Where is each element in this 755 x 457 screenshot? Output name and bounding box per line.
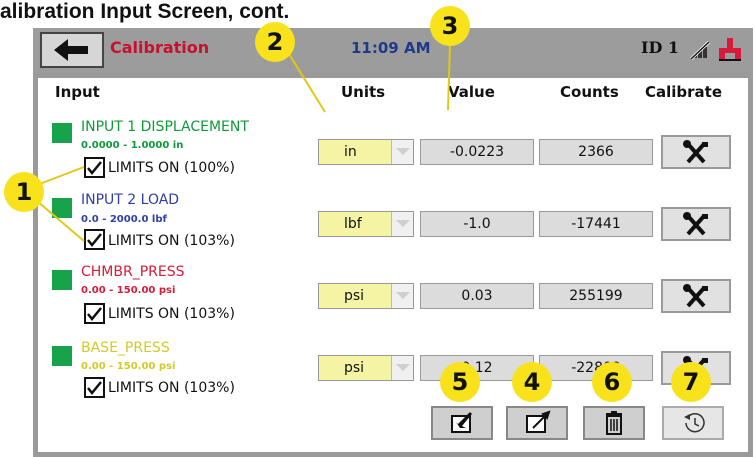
trash-icon — [606, 411, 622, 435]
units-dropdown[interactable]: in — [318, 139, 414, 165]
limits-label: LIMITS ON (103%) — [108, 233, 235, 249]
input-range: 0.00 - 150.00 psi — [81, 361, 176, 372]
limits-label: LIMITS ON (103%) — [108, 306, 235, 322]
value-field: -1.0 — [420, 211, 534, 237]
input-status-indicator — [52, 198, 72, 218]
units-dropdown[interactable]: lbf — [318, 211, 414, 237]
input-range: 0.00 - 150.00 psi — [81, 285, 176, 296]
callout-marker: 5 — [440, 362, 480, 402]
callout-marker: 1 — [4, 172, 44, 212]
limits-checkbox[interactable] — [84, 377, 105, 398]
import-button[interactable] — [431, 406, 493, 440]
restore-defaults-button[interactable] — [662, 406, 724, 440]
units-value: psi — [344, 360, 365, 376]
input-status-indicator — [52, 270, 72, 290]
header-calibrate: Calibrate — [645, 83, 723, 101]
import-icon — [451, 412, 472, 433]
input-name: INPUT 1 DISPLACEMENT — [81, 119, 249, 135]
units-dropdown[interactable]: psi — [318, 283, 414, 309]
limits-checkbox[interactable] — [84, 157, 105, 178]
header-input: Input — [55, 83, 100, 101]
callout-marker: 6 — [592, 362, 632, 402]
network-icon — [719, 38, 741, 61]
value-field: -0.0223 — [420, 139, 534, 165]
limits-label: LIMITS ON (100%) — [108, 160, 235, 176]
back-button[interactable] — [40, 32, 104, 68]
input-status-indicator — [52, 123, 72, 143]
counts-field: 2366 — [539, 139, 653, 165]
chevron-down-icon — [391, 356, 413, 380]
history-icon — [684, 412, 705, 433]
input-name: BASE_PRESS — [81, 340, 170, 356]
callout-marker: 4 — [512, 362, 552, 402]
limits-checkbox[interactable] — [84, 229, 105, 250]
checkmark-icon — [87, 307, 102, 321]
input-range: 0.0 - 2000.0 lbf — [81, 214, 167, 225]
units-dropdown[interactable]: psi — [318, 355, 414, 381]
limits-label: LIMITS ON (103%) — [108, 380, 235, 396]
calibrate-button[interactable] — [661, 207, 731, 241]
header-units: Units — [341, 83, 386, 101]
wrench-screwdriver-icon — [683, 140, 708, 164]
title-bar: Calibration 11:09 AM ID 1 — [33, 28, 753, 72]
checkmark-icon — [87, 233, 102, 247]
clock: 11:09 AM — [351, 39, 431, 57]
arrow-left-icon — [54, 39, 88, 61]
device-id-label: ID 1 — [641, 38, 680, 57]
counts-field: 255199 — [539, 283, 653, 309]
document-heading: alibration Input Screen, cont. — [0, 0, 290, 23]
export-button[interactable] — [506, 406, 568, 440]
units-value: psi — [344, 288, 365, 304]
wrench-screwdriver-icon — [683, 212, 708, 236]
input-name: INPUT 2 LOAD — [81, 192, 180, 208]
units-value: lbf — [344, 216, 362, 232]
calibration-screen: Calibration 11:09 AM ID 1 Input Units Va… — [33, 28, 753, 457]
counts-field: -17441 — [539, 211, 653, 237]
calibrate-button[interactable] — [661, 279, 731, 313]
delete-button[interactable] — [583, 406, 645, 440]
input-range: 0.0000 - 1.0000 in — [81, 140, 184, 151]
checkmark-icon — [87, 381, 102, 395]
calibrate-button[interactable] — [661, 135, 731, 169]
calibration-panel: Input Units Value Counts Calibrate INPUT… — [38, 78, 748, 452]
callout-marker: 2 — [255, 22, 295, 62]
input-name: CHMBR_PRESS — [81, 264, 185, 280]
callout-marker: 3 — [430, 6, 470, 46]
chevron-down-icon — [391, 284, 413, 308]
input-status-indicator — [52, 346, 72, 366]
value-field: 0.03 — [420, 283, 534, 309]
header-value: Value — [448, 83, 495, 101]
no-connection-icon — [689, 40, 711, 61]
chevron-down-icon — [391, 212, 413, 236]
wrench-screwdriver-icon — [683, 284, 708, 308]
header-counts: Counts — [560, 83, 619, 101]
checkmark-icon — [87, 161, 102, 175]
callout-marker: 7 — [671, 362, 711, 402]
units-value: in — [344, 144, 357, 160]
export-icon — [526, 410, 551, 433]
screen-title: Calibration — [110, 38, 210, 57]
chevron-down-icon — [391, 140, 413, 164]
limits-checkbox[interactable] — [84, 303, 105, 324]
